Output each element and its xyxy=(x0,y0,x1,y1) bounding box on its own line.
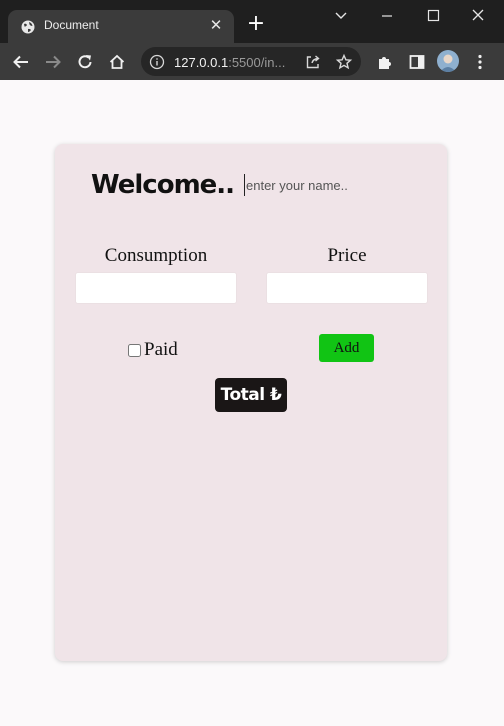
welcome-heading: Welcome.. xyxy=(91,170,235,200)
url-path: :5500/in... xyxy=(228,55,286,70)
side-panel-icon[interactable] xyxy=(405,50,429,74)
profile-avatar[interactable] xyxy=(437,50,459,72)
close-window-icon[interactable] xyxy=(464,4,492,28)
home-icon[interactable] xyxy=(105,50,129,74)
billing-card: Welcome.. Consumption Price Paid Add Tot… xyxy=(55,144,447,661)
tab-search-chevron-icon[interactable] xyxy=(327,4,355,28)
name-input[interactable] xyxy=(244,174,404,196)
browser-titlebar: Document ✕ + xyxy=(0,0,504,43)
paid-checkbox[interactable] xyxy=(128,343,141,357)
browser-tab[interactable]: Document ✕ xyxy=(8,10,234,43)
forward-arrow-icon[interactable] xyxy=(41,50,65,74)
url-host: 127.0.0.1 xyxy=(174,55,229,70)
browser-toolbar: 127.0.0.1:5500/in... xyxy=(0,43,504,80)
close-tab-icon[interactable]: ✕ xyxy=(206,15,226,35)
globe-icon xyxy=(21,19,35,34)
new-tab-button[interactable]: + xyxy=(245,13,267,35)
total-button[interactable]: Total ₺ xyxy=(215,378,287,412)
back-arrow-icon[interactable] xyxy=(9,50,33,74)
info-icon[interactable] xyxy=(149,54,165,70)
url-text[interactable]: 127.0.0.1:5500/in... xyxy=(174,55,285,70)
price-label: Price xyxy=(327,245,367,266)
price-input[interactable] xyxy=(266,272,428,304)
tab-title: Document xyxy=(44,18,99,32)
more-menu-icon[interactable] xyxy=(468,50,492,74)
minimize-icon[interactable] xyxy=(373,4,401,28)
address-bar[interactable]: 127.0.0.1:5500/in... xyxy=(141,47,361,76)
paid-label: Paid xyxy=(144,339,178,360)
add-button[interactable]: Add xyxy=(319,334,374,362)
paid-checkbox-group[interactable]: Paid xyxy=(128,339,178,361)
consumption-label: Consumption xyxy=(104,245,208,266)
extensions-puzzle-icon[interactable] xyxy=(373,50,397,74)
bookmark-star-icon[interactable] xyxy=(335,53,353,71)
reload-icon[interactable] xyxy=(73,50,97,74)
consumption-input[interactable] xyxy=(75,272,237,304)
share-icon[interactable] xyxy=(304,53,322,71)
maximize-icon[interactable] xyxy=(419,4,447,28)
